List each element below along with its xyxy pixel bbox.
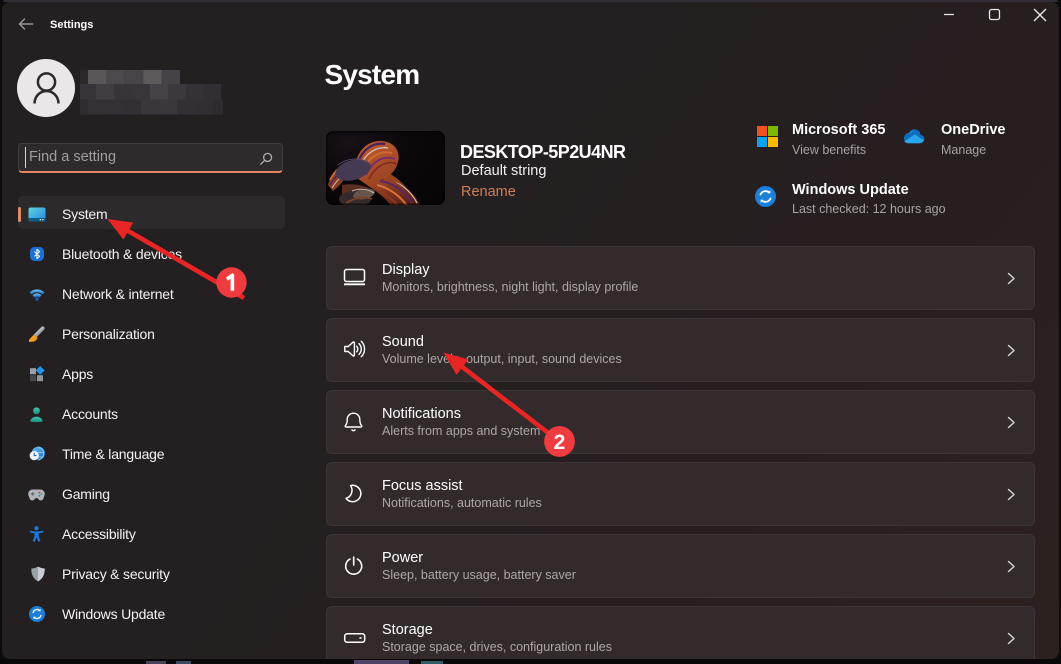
svg-text:2: 2 — [554, 431, 566, 454]
